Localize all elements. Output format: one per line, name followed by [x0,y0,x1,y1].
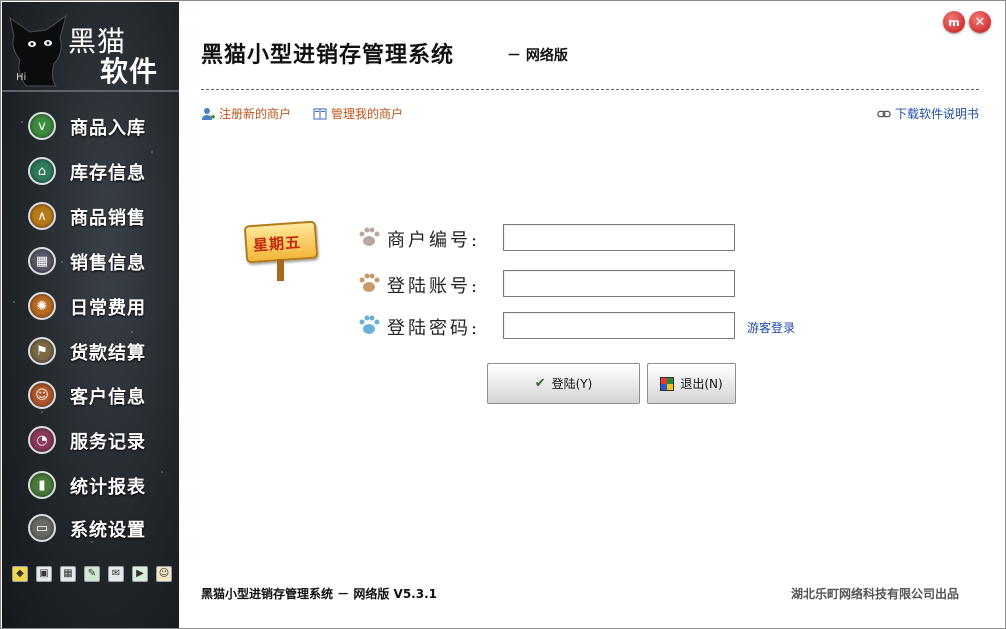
manage-merchant-label: 管理我的商户 [331,107,404,121]
sidebar-item-goods-inbound[interactable]: v 商品入库 [2,106,179,146]
company-credit: 湖北乐町网络科技有限公司出品 [791,587,960,601]
download-manual-link[interactable]: 下载软件说明书 [877,105,979,122]
close-button[interactable]: ✕ [969,11,991,33]
quick-tool-row: ◆ ▣ ▦ ✎ ✉ ▶ ☺ [12,566,172,586]
manage-merchant-link[interactable]: 管理我的商户 [313,105,403,122]
brand-logo: 黑猫 软件 Hi [2,2,179,90]
sidebar-item-label: 货款结算 [70,343,146,364]
sidebar-item-daily-expenses[interactable]: ✺ 日常费用 [2,286,179,326]
sidebar-item-sales-info[interactable]: ▦ 销售信息 [2,241,179,281]
house-icon: ⌂ [28,157,56,185]
logo-hi-text: Hi [16,72,27,83]
header-divider [201,89,979,90]
sidebar-item-label: 库存信息 [70,163,146,184]
sidebar: 黑猫 软件 Hi v 商品入库 ⌂ 库存信息 ∧ 商品销售 ▦ 销售信息 ✺ 日… [2,2,179,628]
sidebar-item-label: 商品入库 [70,118,146,139]
exit-button[interactable]: 退出(N) [647,363,736,404]
merchant-id-label: 商户编号: [387,230,481,251]
sidebar-item-label: 统计报表 [70,477,146,498]
sidebar-item-inventory[interactable]: ⌂ 库存信息 [2,151,179,191]
sun-icon: ✺ [28,292,56,320]
app-edition: － 网络版 [507,48,568,64]
sidebar-item-system-settings[interactable]: ▭ 系统设置 [2,508,179,548]
window-icon[interactable]: ▣ [36,566,52,582]
notepad-icon[interactable]: ✎ [84,566,100,582]
login-password-label: 登陆密码: [387,318,481,339]
sidebar-item-label: 服务记录 [70,432,146,453]
login-window: 黑猫 软件 Hi v 商品入库 ⌂ 库存信息 ∧ 商品销售 ▦ 销售信息 ✺ 日… [0,0,1006,629]
login-account-label: 登陆账号: [387,276,481,297]
paw-print-icon [359,227,380,246]
sidebar-item-label: 商品销售 [70,208,146,229]
coins-icon[interactable]: ◆ [12,566,28,582]
signpost-pole [277,259,284,281]
minimize-button[interactable]: m [943,11,965,33]
qq-penguin-icon[interactable]: ☺ [156,566,172,582]
merchant-id-input[interactable] [503,224,735,251]
paw-print-icon [359,273,380,292]
sidebar-item-customer-info[interactable]: ☺ 客户信息 [2,375,179,415]
sidebar-item-statistics-report[interactable]: ▮ 统计报表 [2,465,179,505]
inbound-arrow-icon: v [28,112,56,140]
sidebar-item-label: 日常费用 [70,298,146,319]
bar-chart-icon: ▮ [28,471,56,499]
book-icon [313,107,327,121]
mail-icon[interactable]: ✉ [108,566,124,582]
clock-icon: ◔ [28,426,56,454]
download-manual-label: 下载软件说明书 [895,107,980,121]
sidebar-item-service-records[interactable]: ◔ 服务记录 [2,420,179,460]
exit-grid-icon [660,376,675,391]
sidebar-item-label: 销售信息 [70,253,146,274]
chain-link-icon [877,107,891,121]
register-merchant-link[interactable]: 注册新的商户 [201,105,291,122]
weekday-signpost: 星期五 [243,219,323,281]
login-button-label: 登陆(Y) [551,377,593,391]
check-icon: ✔ [534,376,546,391]
logo-text-line2: 软件 [100,55,159,88]
calendar-icon[interactable]: ▦ [60,566,76,582]
exit-button-label: 退出(N) [680,377,723,391]
login-button[interactable]: ✔ 登陆(Y) [487,363,640,404]
sidebar-divider [2,90,179,92]
weekday-text: 星期五 [252,233,302,255]
monitor-icon: ▭ [28,514,56,542]
up-chevron-icon: ∧ [28,202,56,230]
paw-print-icon [359,315,380,334]
register-merchant-label: 注册新的商户 [219,107,292,121]
product-version: 黑猫小型进销存管理系统 － 网络版 V5.3.1 [201,587,437,601]
app-title: 黑猫小型进销存管理系统 [201,43,455,68]
calculator-icon: ▦ [28,247,56,275]
flag-icon: ⚑ [28,337,56,365]
sidebar-item-payment-settlement[interactable]: ⚑ 货款结算 [2,331,179,371]
play-document-icon[interactable]: ▶ [132,566,148,582]
login-password-input[interactable] [503,312,735,339]
person-icon: ☺ [28,381,56,409]
user-add-icon [201,107,215,121]
guest-login-link[interactable]: 游客登录 [747,319,795,336]
sidebar-item-label: 客户信息 [70,387,146,408]
sidebar-item-goods-sales[interactable]: ∧ 商品销售 [2,196,179,236]
login-account-input[interactable] [503,270,735,297]
sidebar-item-label: 系统设置 [70,520,146,541]
